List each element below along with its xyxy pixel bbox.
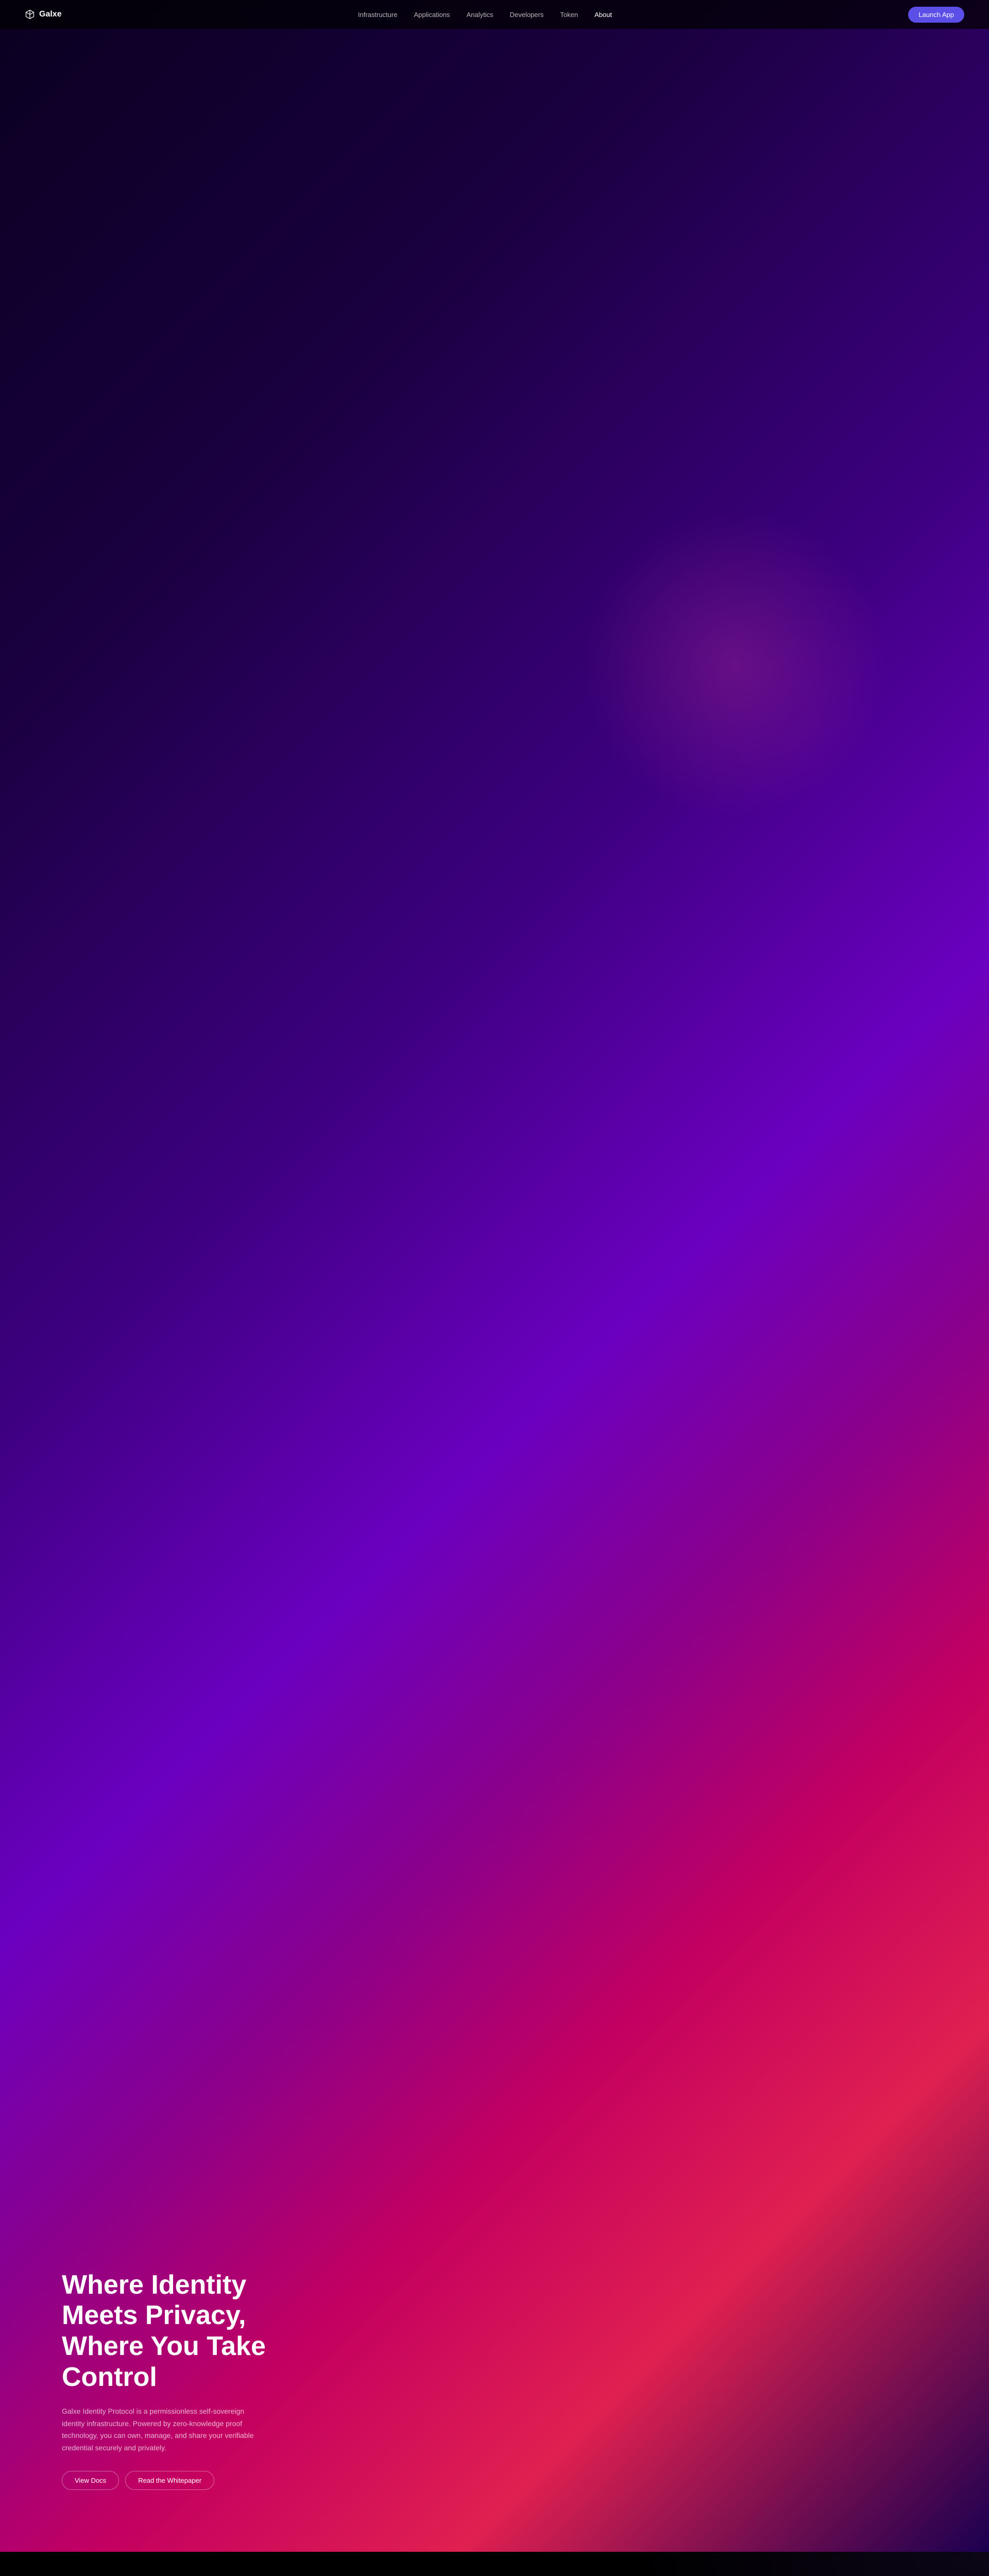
read-whitepaper-button[interactable]: Read the Whitepaper bbox=[125, 2471, 214, 2490]
nav-links: Infrastructure Applications Analytics De… bbox=[358, 11, 612, 19]
nav-link-infrastructure[interactable]: Infrastructure bbox=[358, 11, 398, 19]
nav-link-developers[interactable]: Developers bbox=[510, 11, 544, 19]
nav-logo[interactable]: Galxe bbox=[25, 9, 62, 20]
nav-link-applications[interactable]: Applications bbox=[414, 11, 450, 19]
navbar: Galxe Infrastructure Applications Analyt… bbox=[0, 0, 989, 29]
why-section: Why Galxe Identity Protocol Powered by z… bbox=[0, 2552, 989, 2576]
hero-description: Galxe Identity Protocol is a permissionl… bbox=[62, 2405, 268, 2454]
nav-link-analytics[interactable]: Analytics bbox=[467, 11, 493, 19]
view-docs-button[interactable]: View Docs bbox=[62, 2471, 119, 2490]
nav-link-about[interactable]: About bbox=[594, 11, 612, 19]
hero-content: Where Identity Meets Privacy, Where You … bbox=[62, 2270, 330, 2490]
launch-app-button[interactable]: Launch App bbox=[908, 7, 964, 23]
galxe-logo-icon bbox=[25, 9, 35, 20]
nav-logo-text: Galxe bbox=[39, 10, 62, 19]
hero-buttons: View Docs Read the Whitepaper bbox=[62, 2471, 330, 2490]
hero-section: Where Identity Meets Privacy, Where You … bbox=[0, 0, 989, 2552]
nav-link-token[interactable]: Token bbox=[560, 11, 578, 19]
hero-title: Where Identity Meets Privacy, Where You … bbox=[62, 2270, 330, 2393]
